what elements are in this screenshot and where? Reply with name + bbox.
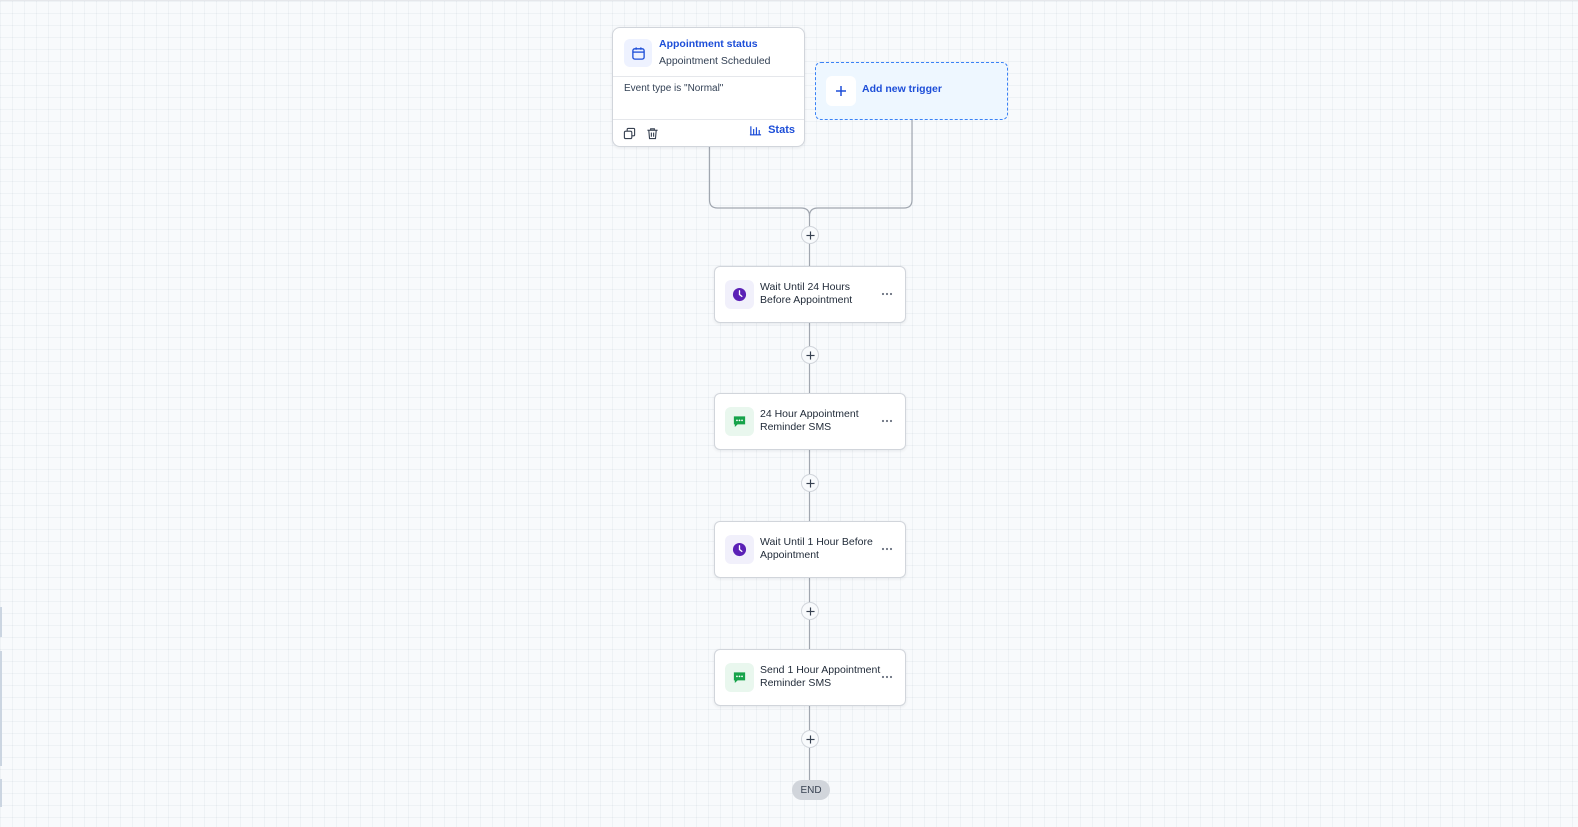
action-card-sms-24h[interactable]: 24 Hour Appointment Reminder SMS [714,393,906,450]
left-edge-handle [0,779,2,807]
add-step-button[interactable] [801,346,819,364]
action-card-wait-1h[interactable]: Wait Until 1 Hour Before Appointment [714,521,906,578]
connector-trigger-left [708,147,811,217]
clock-icon [725,280,754,309]
message-icon [725,407,754,436]
add-step-button[interactable] [801,730,819,748]
action-label: Wait Until 1 Hour Before Appointment [760,536,873,561]
calendar-icon [624,39,652,67]
add-new-trigger-label: Add new trigger [862,83,942,95]
trigger-footer: Stats [613,119,804,146]
more-options-icon[interactable] [879,287,895,301]
end-node: END [792,780,830,800]
connector-trigger-right [808,120,913,217]
clock-icon [725,535,754,564]
plus-icon [805,478,815,488]
left-edge-handle [0,651,2,766]
more-options-icon[interactable] [879,670,895,684]
add-new-trigger-button[interactable]: Add new trigger [815,62,1008,120]
workflow-canvas[interactable]: Appointment status Appointment Scheduled… [0,0,1578,827]
trigger-card[interactable]: Appointment status Appointment Scheduled… [612,27,805,147]
action-label: 24 Hour Appointment Reminder SMS [760,408,859,433]
stats-label: Stats [768,124,795,136]
add-step-button[interactable] [801,226,819,244]
action-label: Send 1 Hour Appointment Reminder SMS [760,664,881,689]
plus-icon [826,76,856,106]
plus-icon [805,606,815,616]
action-card-sms-1h[interactable]: Send 1 Hour Appointment Reminder SMS [714,649,906,706]
message-icon [725,663,754,692]
more-options-icon[interactable] [879,542,895,556]
plus-icon [805,350,815,360]
trigger-filter: Event type is "Normal" [624,83,724,94]
plus-icon [805,734,815,744]
add-step-button[interactable] [801,474,819,492]
more-options-icon[interactable] [879,414,895,428]
trigger-header: Appointment status Appointment Scheduled [613,28,804,77]
trigger-subtitle: Appointment Scheduled [659,55,771,67]
trash-icon[interactable] [644,125,660,141]
plus-icon [805,230,815,240]
copy-icon[interactable] [621,125,637,141]
add-step-button[interactable] [801,602,819,620]
left-edge-handle [0,607,2,637]
trigger-title: Appointment status [659,38,758,50]
action-label: Wait Until 24 Hours Before Appointment [760,281,853,306]
action-card-wait-24h[interactable]: Wait Until 24 Hours Before Appointment [714,266,906,323]
bar-chart-icon [749,124,762,136]
stats-button[interactable]: Stats [749,124,795,136]
